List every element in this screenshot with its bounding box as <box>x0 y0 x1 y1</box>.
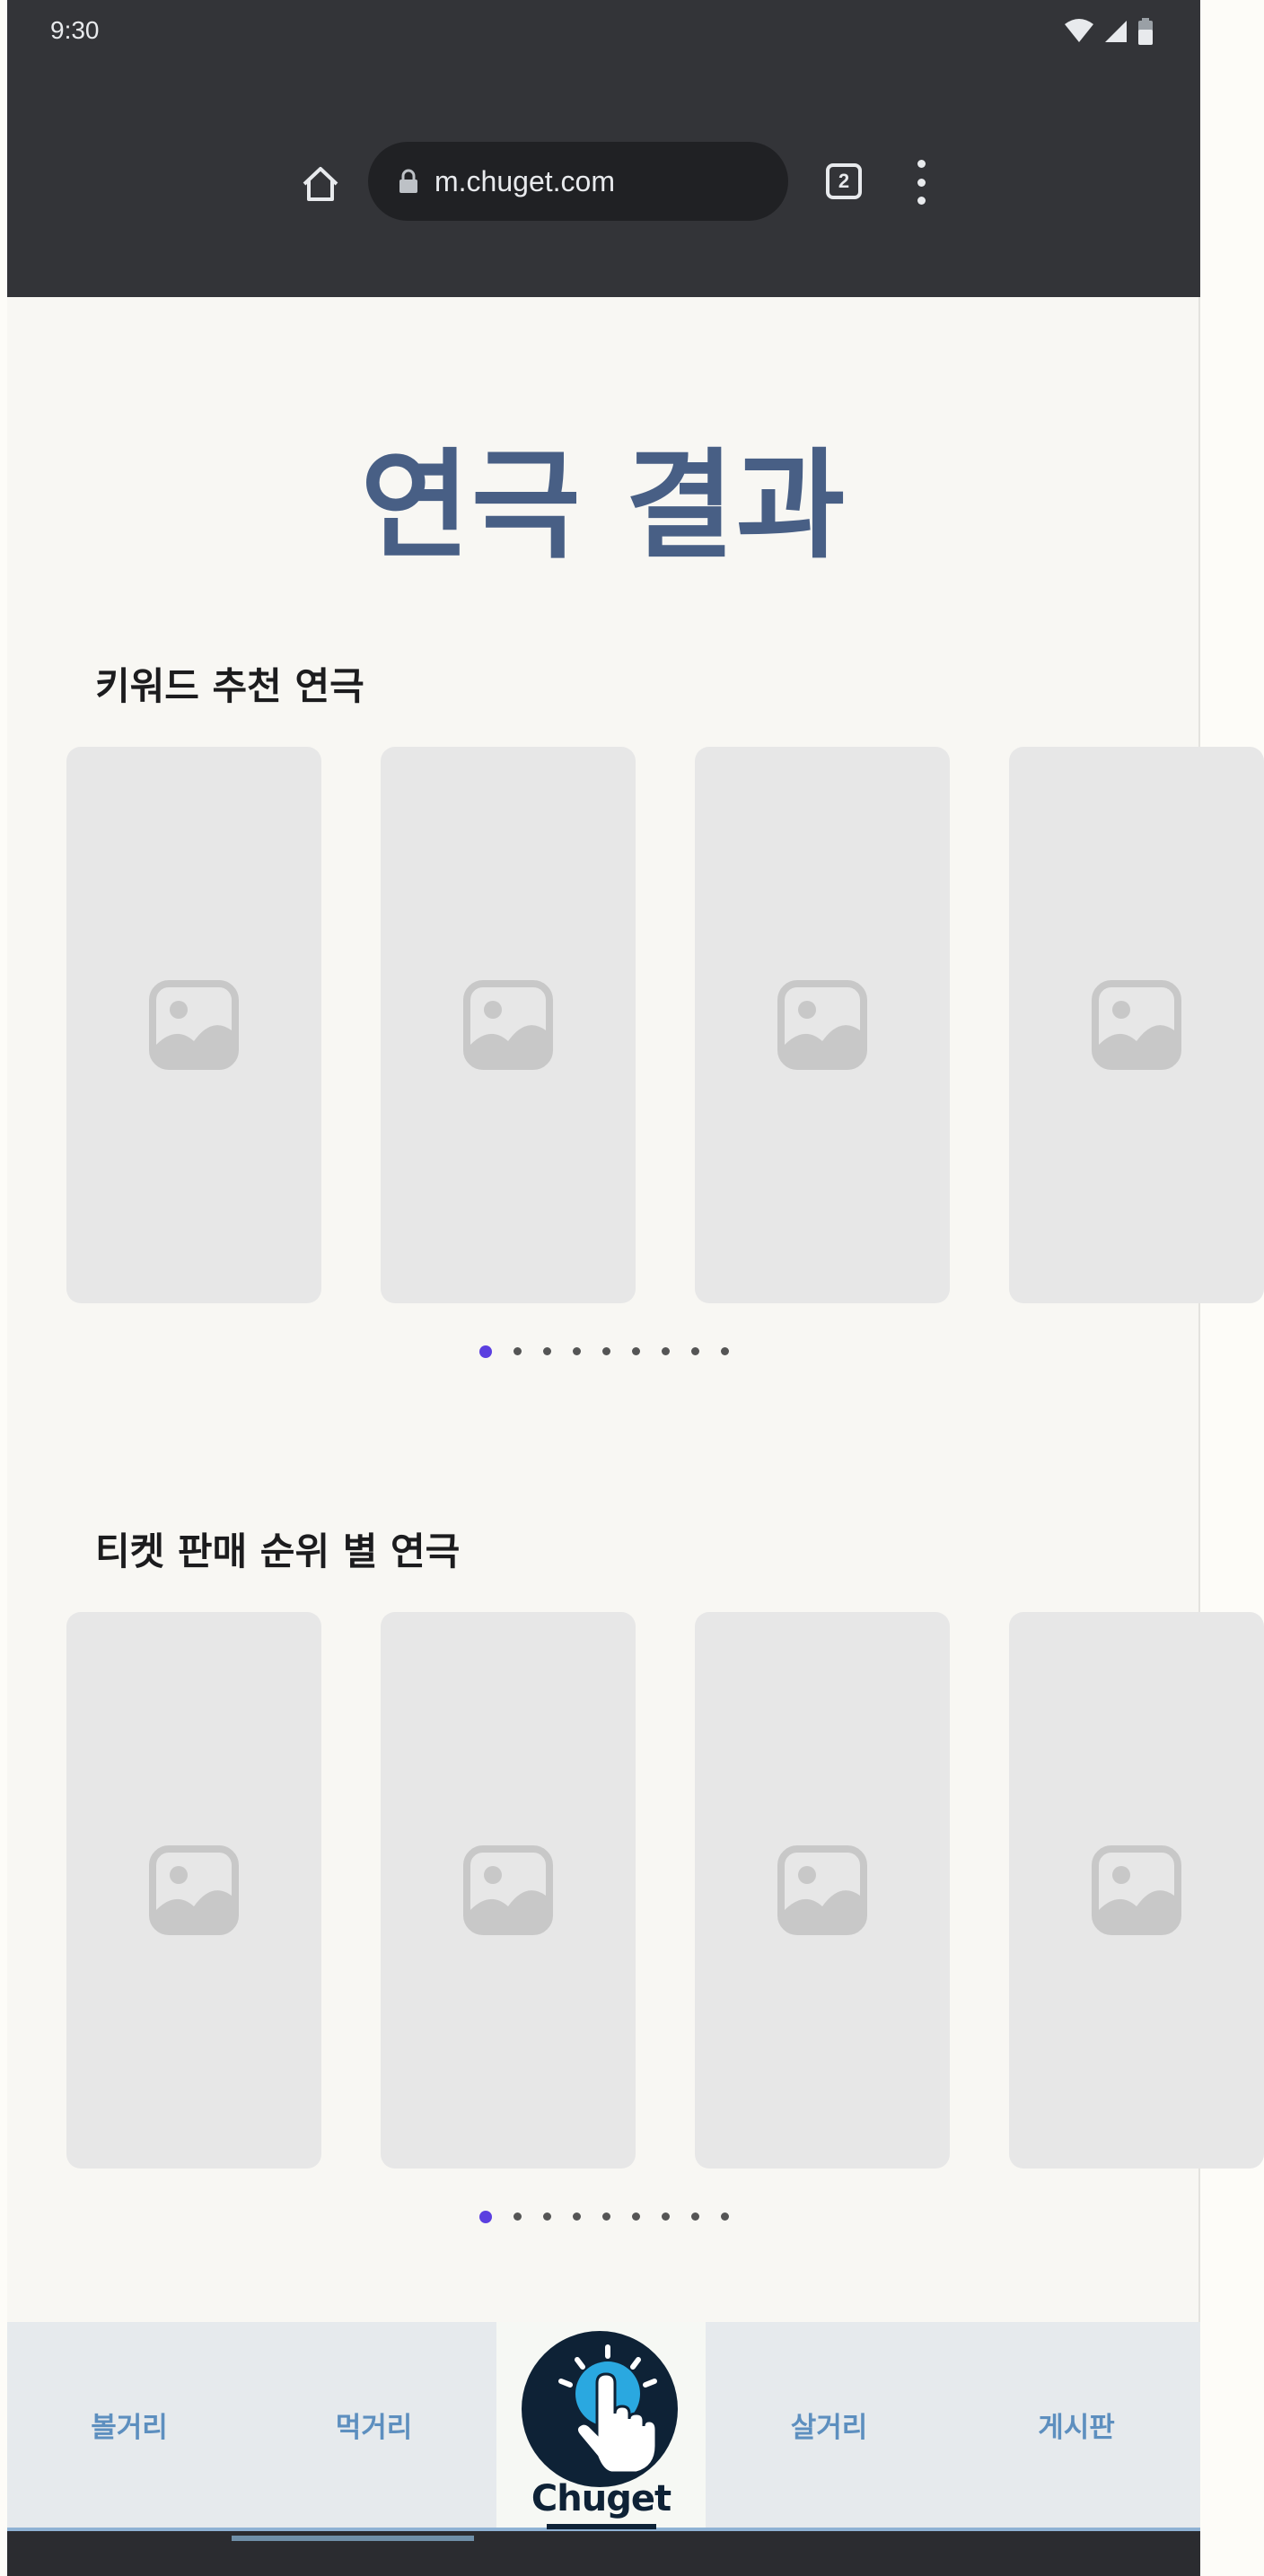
status-time: 9:30 <box>50 16 100 44</box>
pagination-dot[interactable] <box>542 1347 551 1355</box>
pagination-dot[interactable] <box>572 1347 581 1355</box>
bottom-nav: 볼거리 먹거리 Chuget 살거리 게시판 <box>7 2322 1200 2531</box>
section-title: 티켓 판매 순위 별 연극 <box>95 1529 461 1573</box>
carousel-keyword[interactable] <box>66 747 1264 1303</box>
main-content: 연극 결과 키워드 추천 연극 티켓 판매 순위 별 연극 <box>7 297 1264 2322</box>
show-card[interactable] <box>66 1612 321 2169</box>
nav-item-meokgeori[interactable]: 먹거리 <box>251 2322 496 2528</box>
carousel-ticket-rank[interactable] <box>66 1612 1264 2169</box>
image-placeholder-icon <box>149 1845 239 1935</box>
pagination-dot[interactable] <box>513 2212 522 2221</box>
pagination-dot[interactable] <box>661 2212 670 2221</box>
tap-hand-icon <box>558 2344 658 2475</box>
page-title: 연극 결과 <box>360 437 847 575</box>
image-placeholder-icon <box>463 1845 553 1935</box>
pagination-dot[interactable] <box>720 1347 729 1355</box>
image-placeholder-icon <box>1092 1845 1181 1935</box>
signal-icon <box>1105 21 1127 42</box>
carousel-pagination <box>7 1345 1200 1358</box>
status-icons <box>1064 18 1154 45</box>
show-card[interactable] <box>381 1612 636 2169</box>
image-placeholder-icon <box>149 980 239 1070</box>
pagination-dot[interactable] <box>720 2212 729 2221</box>
show-card[interactable] <box>1009 747 1264 1303</box>
address-bar[interactable]: m.chuget.com <box>368 142 788 221</box>
show-card[interactable] <box>66 747 321 1303</box>
image-placeholder-icon <box>777 980 867 1070</box>
browser-chrome: 9:30 m.chuget.com 2 <box>7 0 1200 297</box>
home-logo-button[interactable]: Chuget <box>496 2322 706 2529</box>
show-card[interactable] <box>695 747 950 1303</box>
system-navigation-bar <box>7 2531 1200 2576</box>
pagination-dot[interactable] <box>690 1347 699 1355</box>
nav-item-bolgeori[interactable]: 볼거리 <box>7 2322 251 2528</box>
page: 9:30 m.chuget.com 2 연극 결과 키워드 추천 연극 티켓 판… <box>0 0 1264 2576</box>
menu-dot-icon <box>917 178 926 187</box>
logo-circle <box>522 2331 678 2487</box>
menu-dot-icon <box>917 160 926 168</box>
pagination-dot[interactable] <box>601 1347 610 1355</box>
pagination-dot-active[interactable] <box>478 1345 492 1358</box>
pagination-dot[interactable] <box>661 1347 670 1355</box>
pagination-dot-active[interactable] <box>478 2211 492 2223</box>
carousel-pagination <box>7 2211 1200 2223</box>
menu-dot-icon <box>917 197 926 205</box>
battery-icon <box>1138 18 1153 45</box>
show-card[interactable] <box>695 1612 950 2169</box>
pagination-dot[interactable] <box>572 2212 581 2221</box>
nav-item-board[interactable]: 게시판 <box>952 2322 1200 2528</box>
home-icon <box>303 167 338 201</box>
image-placeholder-icon <box>463 980 553 1070</box>
section-title: 키워드 추천 연극 <box>95 664 364 708</box>
image-placeholder-icon <box>777 1845 867 1935</box>
wifi-icon <box>1065 19 1093 42</box>
active-indicator <box>547 2524 656 2529</box>
pagination-dot[interactable] <box>601 2212 610 2221</box>
lock-icon <box>399 169 418 194</box>
pagination-dot[interactable] <box>631 2212 640 2221</box>
overflow-menu-button[interactable] <box>907 160 935 205</box>
nav-item-salgeori[interactable]: 살거리 <box>706 2322 952 2528</box>
pagination-dot[interactable] <box>513 1347 522 1355</box>
show-card[interactable] <box>381 747 636 1303</box>
pagination-dot[interactable] <box>631 1347 640 1355</box>
pagination-dot[interactable] <box>542 2212 551 2221</box>
image-placeholder-icon <box>1092 980 1181 1070</box>
pagination-dot[interactable] <box>690 2212 699 2221</box>
show-card[interactable] <box>1009 1612 1264 2169</box>
tabs-button[interactable]: 2 <box>826 163 862 199</box>
logo-text: Chuget <box>531 2478 672 2519</box>
gesture-handle[interactable] <box>232 2536 474 2541</box>
home-button[interactable] <box>293 156 348 212</box>
url-text: m.chuget.com <box>434 164 615 197</box>
